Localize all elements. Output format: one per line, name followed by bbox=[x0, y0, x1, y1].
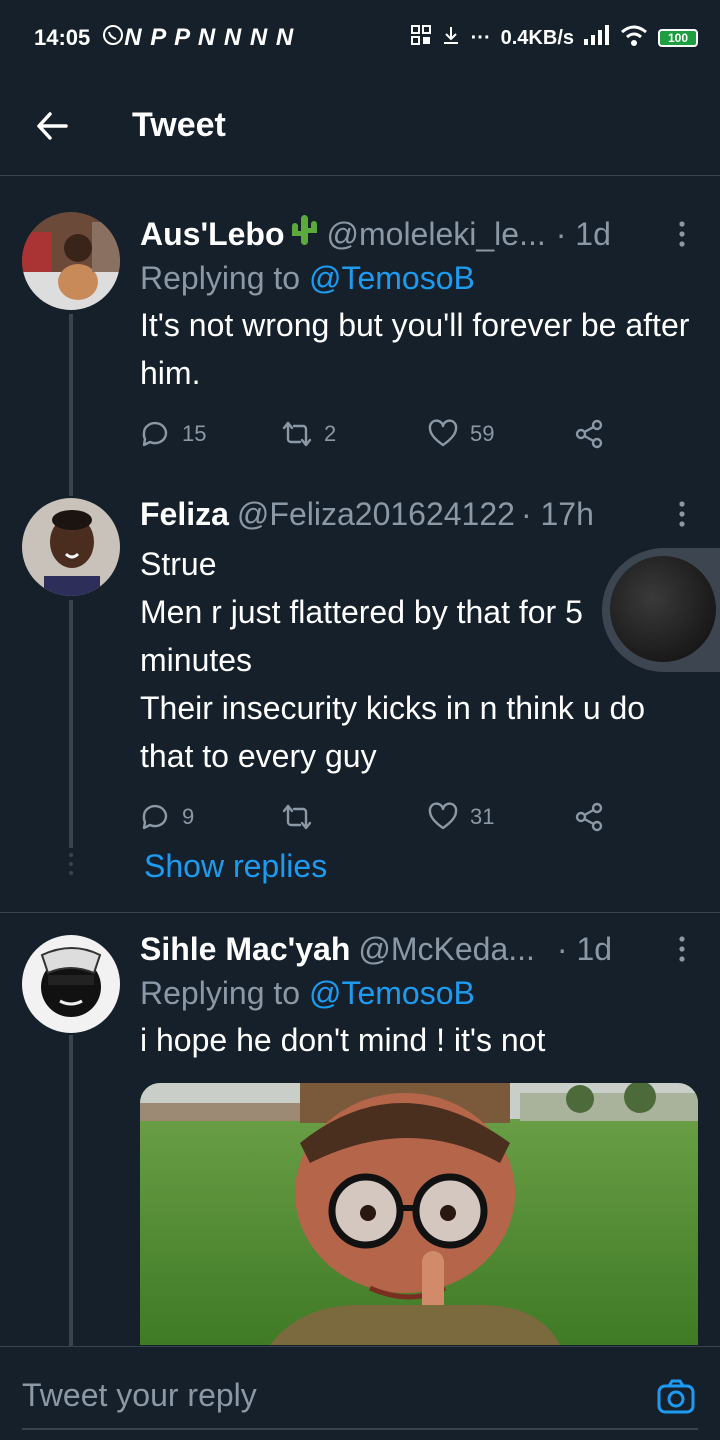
replying-to-label: Replying to bbox=[140, 260, 301, 296]
more-options-icon[interactable] bbox=[668, 501, 696, 527]
input-underline bbox=[22, 1428, 698, 1430]
retweet-count: 2 bbox=[324, 421, 337, 446]
replying-to: Replying to @TemosoB bbox=[140, 260, 696, 297]
download-icon bbox=[441, 25, 461, 51]
more-dots-icon: ··· bbox=[470, 26, 491, 49]
reply-button[interactable]: 15 bbox=[140, 419, 282, 449]
retweet-icon bbox=[282, 421, 312, 447]
avatar[interactable] bbox=[22, 498, 120, 596]
display-name[interactable]: Sihle Mac'yah bbox=[140, 931, 350, 968]
share-icon bbox=[575, 802, 603, 832]
thread-line bbox=[69, 314, 73, 496]
more-options-icon[interactable] bbox=[668, 221, 696, 247]
tweet-text: i hope he don't mind ! it's not bbox=[140, 1022, 546, 1058]
user-handle[interactable]: @moleleki_le... bbox=[327, 216, 546, 253]
user-handle[interactable]: @McKeda... bbox=[358, 931, 535, 968]
tweet-feliza[interactable]: Feliza @Feliza201624122 · 17h Strue Men … bbox=[0, 496, 720, 912]
camera-icon bbox=[657, 1379, 695, 1414]
whatsapp-icon bbox=[102, 24, 124, 52]
replying-to: Replying to @TemosoB bbox=[140, 975, 696, 1012]
retweet-icon bbox=[282, 804, 312, 830]
show-replies-link[interactable]: Show replies bbox=[144, 848, 327, 885]
reply-icon bbox=[142, 804, 168, 830]
wifi-icon bbox=[620, 24, 648, 52]
reply-count: 15 bbox=[182, 421, 207, 446]
share-icon bbox=[575, 419, 603, 449]
tweet-auslebo[interactable]: Aus'Lebo @moleleki_le... · 1d Replying t… bbox=[0, 176, 720, 496]
thread-dots bbox=[68, 852, 74, 882]
notification-icons: N P P N N N N bbox=[124, 24, 295, 51]
user-handle[interactable]: @Feliza201624122 bbox=[237, 496, 515, 533]
battery-icon: 100 bbox=[658, 29, 698, 47]
more-options-icon[interactable] bbox=[668, 936, 696, 962]
video-thumbnail bbox=[610, 556, 716, 662]
like-button[interactable]: 59 bbox=[428, 419, 574, 449]
qr-icon bbox=[410, 25, 431, 51]
retweet-button[interactable] bbox=[282, 802, 428, 832]
reply-icon bbox=[142, 421, 168, 447]
tweet-image[interactable] bbox=[140, 1083, 698, 1345]
thread-line bbox=[69, 600, 73, 848]
back-button[interactable] bbox=[22, 96, 82, 156]
display-name[interactable]: Aus'Lebo bbox=[140, 216, 285, 253]
like-count: 31 bbox=[470, 804, 495, 829]
tweet-time[interactable]: · 1d bbox=[556, 216, 611, 253]
heart-icon bbox=[428, 419, 458, 447]
replying-to-link[interactable]: @TemosoB bbox=[309, 975, 475, 1011]
reply-composer bbox=[0, 1346, 720, 1440]
top-app-bar: Tweet bbox=[0, 76, 720, 176]
tweet-time[interactable]: · 17h bbox=[521, 496, 594, 533]
signal-icon bbox=[584, 25, 610, 51]
reply-input[interactable] bbox=[22, 1375, 582, 1415]
retweet-button[interactable]: 2 bbox=[282, 419, 428, 449]
status-time: 14:05 bbox=[34, 25, 91, 50]
tweet-text-line: Their insecurity kicks in n think u do t… bbox=[140, 690, 646, 774]
tweet-actions: 9 31 bbox=[140, 802, 696, 832]
reply-button[interactable]: 9 bbox=[140, 802, 282, 832]
like-count: 59 bbox=[470, 421, 495, 446]
status-bar: 14:05 N P P N N N N ··· 0.4KB/s 100 bbox=[0, 0, 720, 76]
tweet-time[interactable]: · 1d bbox=[557, 931, 612, 968]
tweet-actions: 15 2 59 bbox=[140, 419, 696, 449]
network-speed: 0.4KB/s bbox=[500, 26, 574, 49]
share-button[interactable] bbox=[574, 419, 604, 449]
display-name[interactable]: Feliza bbox=[140, 496, 229, 533]
thread-line bbox=[69, 1035, 73, 1346]
avatar[interactable] bbox=[22, 935, 120, 1033]
heart-icon bbox=[428, 802, 458, 830]
avatar[interactable] bbox=[22, 212, 120, 310]
arrow-left-icon bbox=[37, 111, 68, 140]
camera-button[interactable] bbox=[656, 1377, 696, 1417]
replying-to-link[interactable]: @TemosoB bbox=[309, 260, 475, 296]
floating-video-bubble[interactable] bbox=[602, 548, 720, 672]
tweet-text: It's not wrong but you'll forever be aft… bbox=[140, 307, 690, 391]
share-button[interactable] bbox=[574, 802, 604, 832]
cactus-icon bbox=[289, 213, 319, 255]
like-button[interactable]: 31 bbox=[428, 802, 574, 832]
reply-count: 9 bbox=[182, 804, 195, 829]
replying-to-label: Replying to bbox=[140, 975, 301, 1011]
page-title: Tweet bbox=[132, 106, 226, 144]
